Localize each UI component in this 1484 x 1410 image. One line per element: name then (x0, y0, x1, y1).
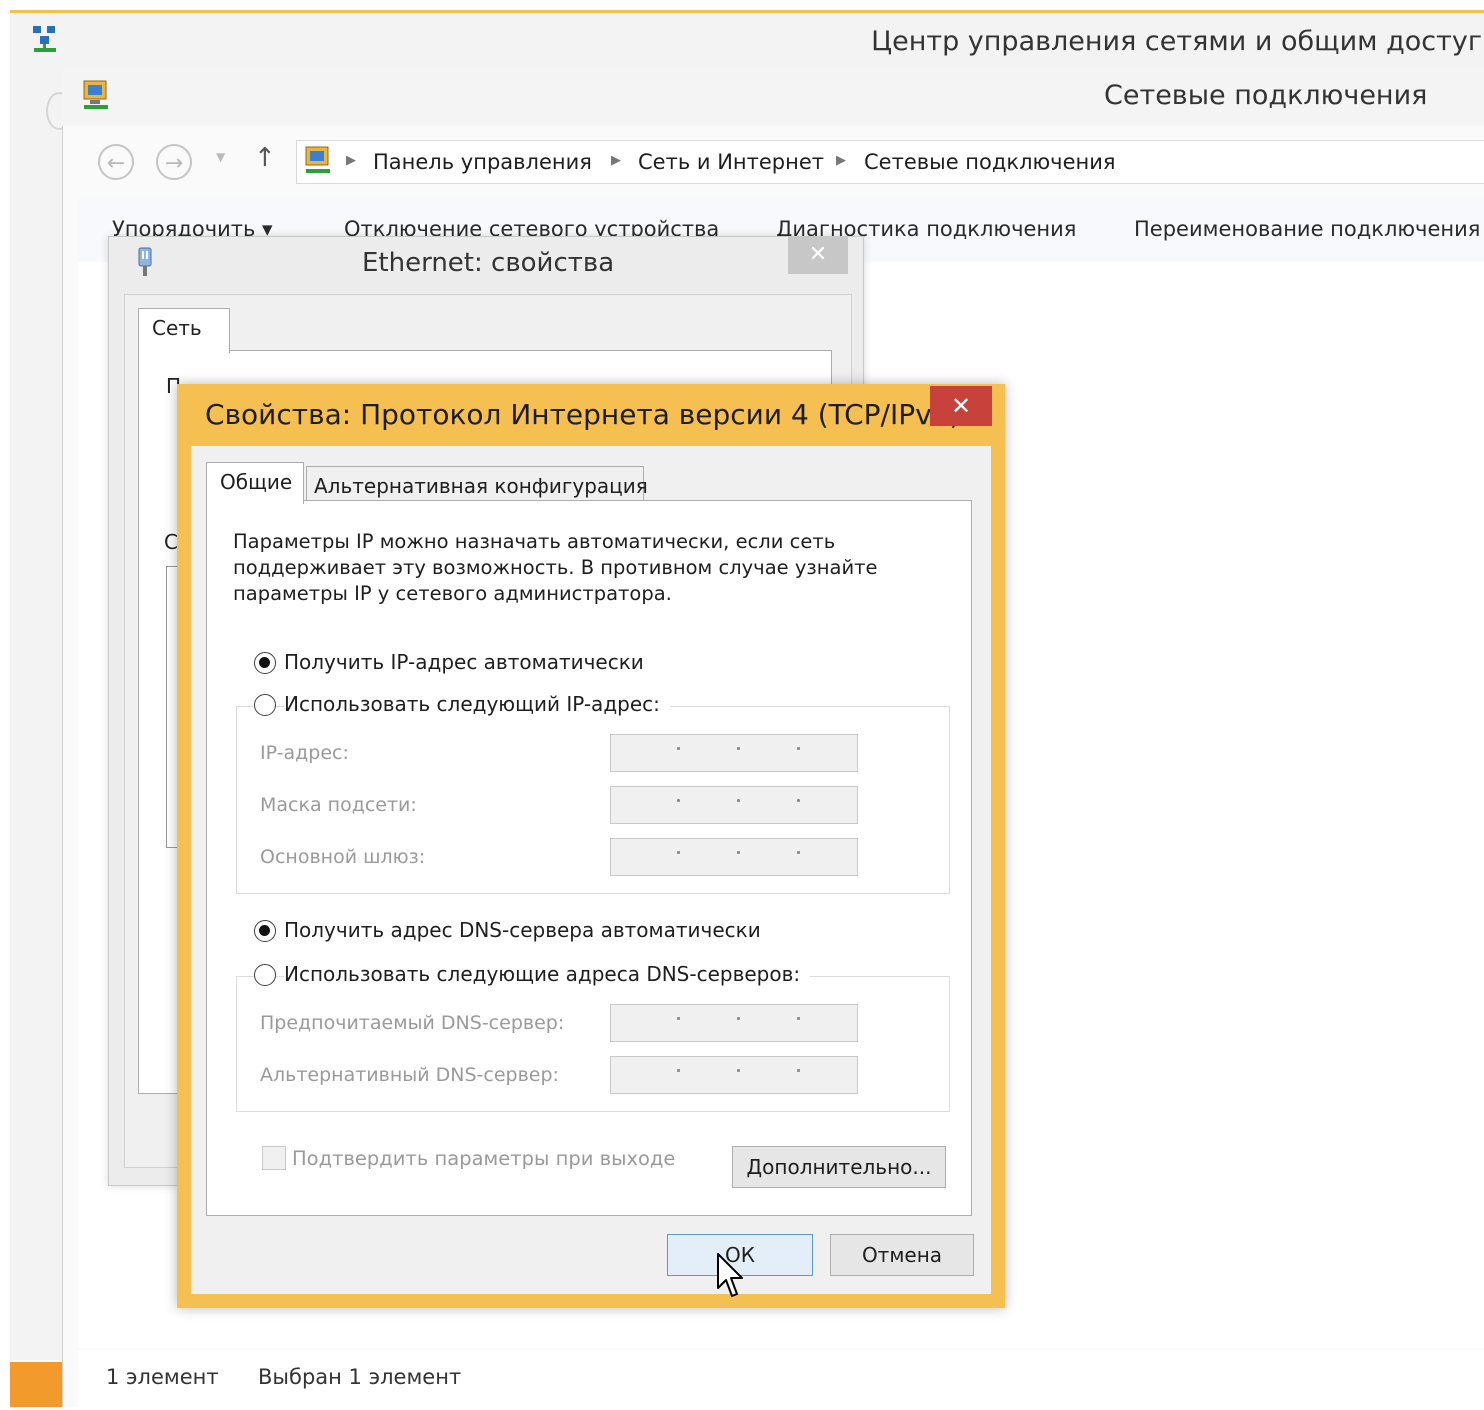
status-selected-count: Выбран 1 элемент (258, 1365, 462, 1389)
network-connections-icon (83, 80, 108, 109)
taskbar-accent (10, 1362, 62, 1407)
breadcrumb-network-connections[interactable]: Сетевые подключения (864, 150, 1116, 174)
ip-address-label: IP-адрес: (260, 742, 349, 764)
dns-auto-radio[interactable] (254, 920, 276, 942)
up-button[interactable]: ↑ (254, 143, 276, 173)
dns-manual-radio[interactable] (254, 964, 276, 986)
breadcrumb-separator-icon: ▶ (346, 153, 356, 168)
dns-manual-label[interactable]: Использовать следующие адреса DNS-сервер… (284, 962, 811, 986)
arrow-up-icon: ↑ (254, 143, 276, 173)
advanced-button[interactable]: Дополнительно... (732, 1146, 946, 1188)
tab-network-label: Сеть (152, 316, 202, 340)
control-panel-icon (305, 146, 330, 173)
tab-general-label: Общие (220, 470, 293, 494)
alternate-dns-field[interactable] (610, 1056, 858, 1094)
tab-alternate-label: Альтернативная конфигурация (314, 474, 648, 498)
ipv4-close-button[interactable]: ✕ (930, 386, 992, 426)
status-item-count: 1 элемент (106, 1365, 219, 1389)
breadcrumb-separator-icon[interactable]: ▶ (836, 153, 846, 168)
validate-on-exit-checkbox[interactable] (262, 1146, 286, 1170)
cancel-button[interactable]: Отмена (830, 1234, 974, 1276)
close-icon: ✕ (808, 242, 828, 267)
recent-locations-chevron-icon[interactable]: ▼ (216, 150, 225, 164)
ethernet-properties-title: Ethernet: свойства (362, 248, 615, 278)
ip-auto-label[interactable]: Получить IP-адрес автоматически (284, 650, 654, 674)
ethernet-hidden-label: С (164, 530, 178, 554)
network-center-icon (33, 26, 56, 52)
network-center-title: Центр управления сетями и общим достуг (871, 26, 1482, 57)
back-button[interactable]: ← (98, 144, 134, 180)
ethernet-close-button[interactable]: ✕ (788, 236, 848, 274)
validate-on-exit-label[interactable]: Подтвердить параметры при выходе (292, 1147, 675, 1170)
rename-button[interactable]: Переименование подключения (1134, 217, 1480, 241)
gateway-field[interactable] (610, 838, 858, 876)
ip-address-field[interactable] (610, 734, 858, 772)
description-line: Параметры IP можно назначать автоматичес… (233, 530, 836, 553)
mouse-pointer-icon (717, 1253, 743, 1297)
preferred-dns-field[interactable] (610, 1004, 858, 1042)
gateway-label: Основной шлюз: (260, 846, 426, 868)
ip-manual-radio[interactable] (254, 694, 276, 716)
description-line: параметры IP у сетевого администратора. (233, 582, 672, 605)
ip-auto-radio[interactable] (254, 652, 276, 674)
dns-auto-label[interactable]: Получить адрес DNS-сервера автоматически (284, 918, 771, 942)
arrow-right-icon: → (164, 151, 184, 176)
arrow-left-icon: ← (106, 151, 126, 176)
subnet-mask-label: Маска подсети: (260, 794, 417, 816)
window-title: Сетевые подключения (1104, 80, 1428, 111)
breadcrumb-separator-icon[interactable]: ▶ (611, 153, 621, 168)
forward-button[interactable]: → (156, 144, 192, 180)
description-line: поддерживает эту возможность. В противно… (233, 556, 878, 579)
breadcrumb-control-panel[interactable]: Панель управления (373, 150, 592, 174)
network-center-sidebar (10, 70, 63, 1360)
ip-manual-label[interactable]: Использовать следующий IP-адрес: (284, 692, 670, 716)
ethernet-adapter-icon (138, 247, 152, 276)
preferred-dns-label: Предпочитаемый DNS-сервер: (260, 1012, 565, 1034)
alternate-dns-label: Альтернативный DNS-сервер: (260, 1064, 559, 1086)
breadcrumb-network-internet[interactable]: Сеть и Интернет (638, 150, 824, 174)
ipv4-dialog-title: Свойства: Протокол Интернета версии 4 (T… (205, 398, 961, 431)
subnet-mask-field[interactable] (610, 786, 858, 824)
close-icon: ✕ (950, 392, 972, 420)
